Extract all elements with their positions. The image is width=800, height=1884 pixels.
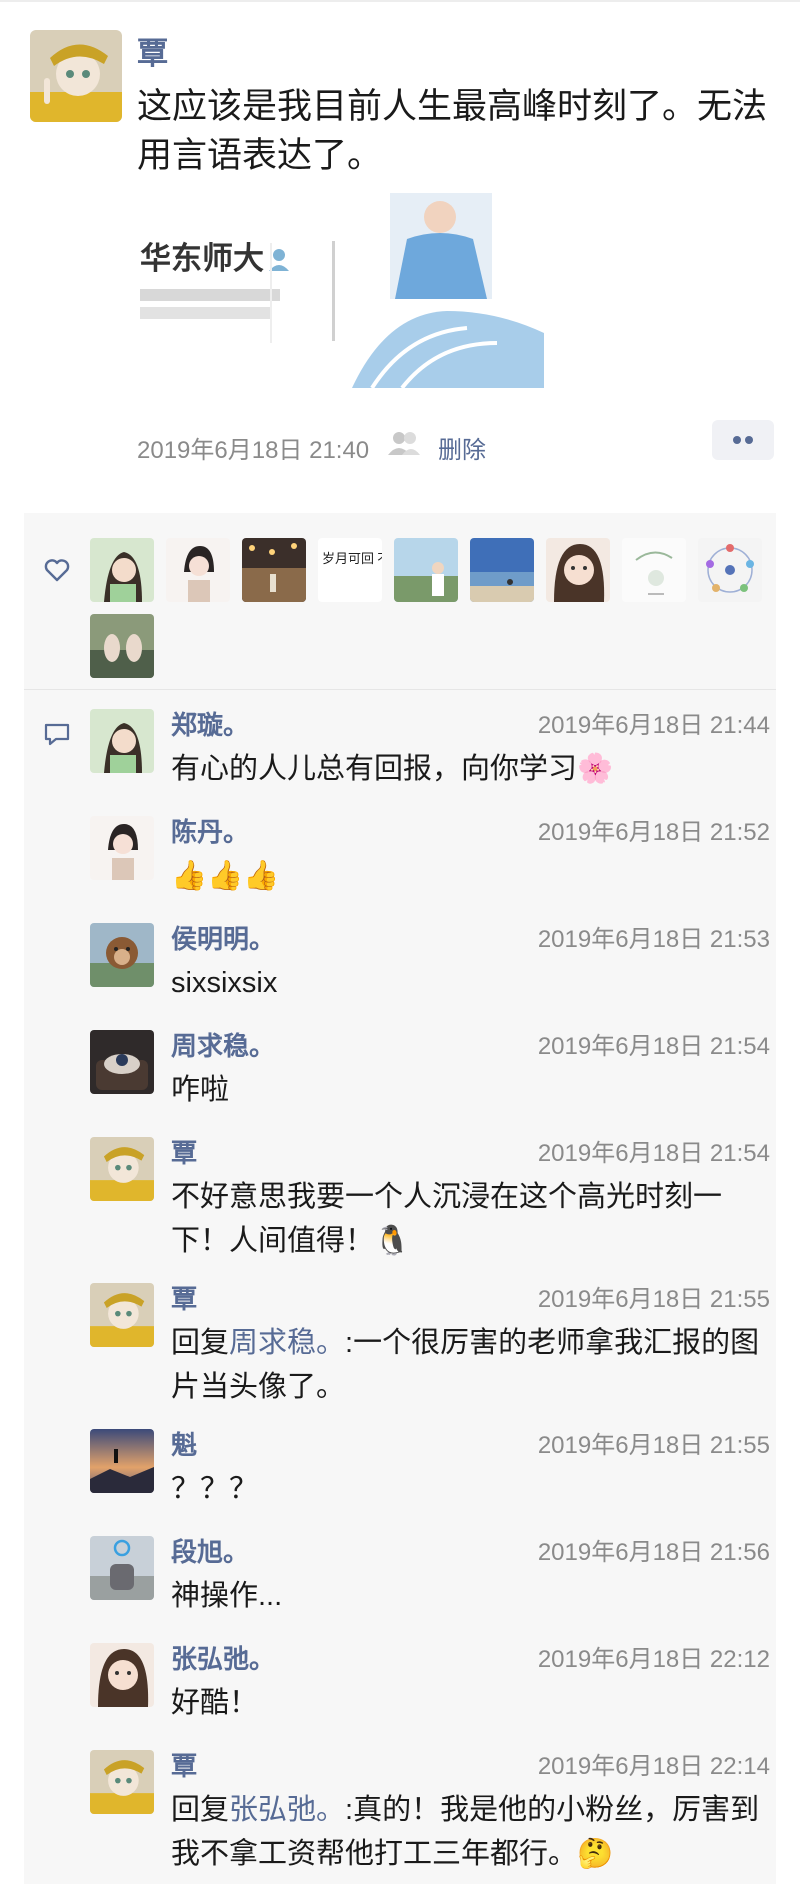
comment-time: 2019年6月18日 22:14 — [537, 1753, 770, 1780]
commenter-avatar[interactable] — [90, 923, 154, 987]
like-avatar-9[interactable] — [698, 538, 762, 602]
reply-target-name[interactable]: 周求稳。 — [229, 1327, 345, 1359]
commenter-name[interactable]: 魁 — [171, 1425, 197, 1462]
svg-text:岁月可回 不负韶华: 岁月可回 不负韶华 — [322, 551, 382, 566]
like-avatar-2[interactable] — [166, 538, 230, 602]
reply-prefix: 回复 — [171, 1327, 230, 1359]
post-author-avatar[interactable] — [30, 30, 122, 122]
post-text: 这应该是我目前人生最高峰时刻了。无法用言语表达了。 — [137, 87, 768, 175]
like-avatar-7[interactable] — [546, 538, 610, 602]
comment-time: 2019年6月18日 21:54 — [537, 1140, 770, 1167]
comment-text: 好酷！ — [171, 1687, 259, 1719]
comment-time: 2019年6月18日 21:56 — [537, 1539, 770, 1566]
like-avatar-1[interactable] — [90, 538, 154, 602]
commenter-name[interactable]: 侯明明。 — [171, 919, 275, 956]
top-divider — [0, 0, 800, 2]
commenter-avatar[interactable] — [90, 816, 154, 880]
delete-button[interactable]: 删除 — [438, 430, 486, 465]
likes-row: 岁月可回 不负韶华 — [24, 513, 776, 689]
comment-text: 不好意思我要一个人沉浸在这个高光时刻一下！人间值得！🐧 — [171, 1181, 723, 1257]
comment-time: 2019年6月18日 21:52 — [537, 819, 770, 846]
comment-time: 2019年6月18日 21:53 — [537, 926, 770, 953]
post-author-name[interactable]: 覃 — [137, 28, 168, 73]
commenter-name[interactable]: 覃 — [171, 1279, 197, 1316]
commenter-name[interactable]: 陈丹。 — [171, 812, 249, 849]
comment-text: 回复周求稳。:一个很厉害的老师拿我汇报的图片当头像了。 — [171, 1321, 766, 1409]
like-avatar-5[interactable] — [394, 538, 458, 602]
comment-text: 回复张弘弛。:真的！我是他的小粉丝，厉害到我不拿工资帮他打工三年都行。🤔 — [171, 1788, 766, 1876]
more-dots-icon[interactable] — [712, 420, 774, 460]
comment-time: 2019年6月18日 21:55 — [537, 1432, 770, 1459]
like-avatar-6[interactable] — [470, 538, 534, 602]
comment-text: sixsixsix — [171, 967, 278, 999]
commenter-avatar[interactable] — [90, 1750, 154, 1814]
comment-time: 2019年6月18日 22:12 — [537, 1646, 770, 1673]
like-avatar-8[interactable] — [622, 538, 686, 602]
comment-time: 2019年6月18日 21:54 — [537, 1033, 770, 1060]
likes-comments-divider — [24, 689, 776, 690]
people-icon — [387, 430, 421, 456]
commenter-name[interactable]: 周求稳。 — [171, 1026, 275, 1063]
commenter-avatar[interactable] — [90, 1030, 154, 1094]
comment-time: 2019年6月18日 21:44 — [537, 712, 770, 739]
comment-text: 咋啦 — [171, 1074, 230, 1106]
commenter-name[interactable]: 郑璇。 — [171, 705, 249, 742]
commenter-avatar[interactable] — [90, 1643, 154, 1707]
commenter-avatar[interactable] — [90, 1283, 154, 1347]
interaction-panel: 岁月可回 不负韶华 郑璇。 2019年6月18日 21:44 — [24, 513, 776, 1884]
post-timestamp: 2019年6月18日 21:40 — [137, 437, 370, 464]
commenter-avatar[interactable] — [90, 709, 154, 773]
commenter-avatar[interactable] — [90, 1536, 154, 1600]
comment-time: 2019年6月18日 21:55 — [537, 1286, 770, 1313]
like-avatar-3[interactable] — [242, 538, 306, 602]
heart-icon — [44, 558, 70, 582]
reply-prefix: 回复 — [171, 1794, 230, 1826]
post-image[interactable]: 华东师大 — [137, 193, 544, 388]
svg-text:华东师大: 华东师大 — [140, 241, 264, 276]
like-avatar-4[interactable]: 岁月可回 不负韶华 — [318, 538, 382, 602]
like-avatar-10[interactable] — [90, 614, 154, 678]
comment-text: 有心的人儿总有回报，向你学习🌸 — [171, 753, 614, 785]
comment-icon — [44, 723, 70, 747]
commenter-name[interactable]: 覃 — [171, 1746, 197, 1783]
commenter-avatar[interactable] — [90, 1137, 154, 1201]
commenter-name[interactable]: 段旭。 — [171, 1532, 249, 1569]
commenter-name[interactable]: 张弘弛。 — [171, 1639, 275, 1676]
comment-text: 神操作... — [171, 1580, 283, 1612]
comment-text: 👍👍👍 — [171, 860, 280, 892]
commenter-name[interactable]: 覃 — [171, 1133, 197, 1170]
reply-target-name[interactable]: 张弘弛。 — [229, 1794, 345, 1826]
comment-text: ？？？ — [171, 1473, 259, 1505]
commenter-avatar[interactable] — [90, 1429, 154, 1493]
